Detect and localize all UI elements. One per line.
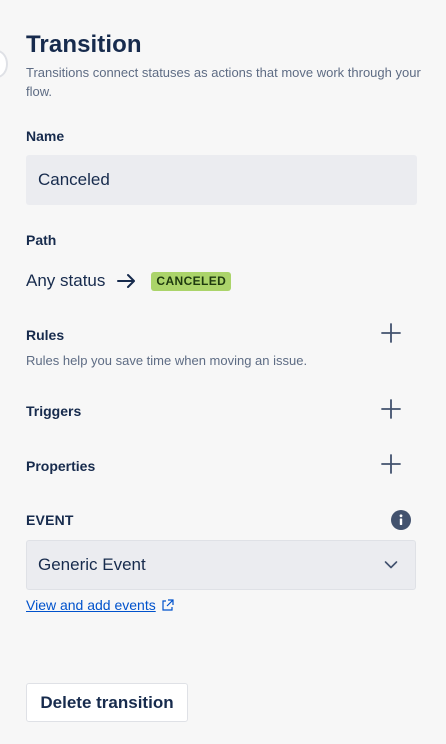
- event-label: EVENT: [26, 512, 74, 528]
- path-row: Any status CANCELED: [26, 268, 232, 294]
- view-and-add-events-link[interactable]: View and add events: [26, 597, 156, 613]
- event-select[interactable]: Generic Event: [26, 540, 416, 590]
- plus-icon: [381, 323, 401, 343]
- event-select-value: Generic Event: [38, 555, 146, 574]
- triggers-label: Triggers: [26, 403, 82, 419]
- path-label: Path: [26, 232, 57, 248]
- panel-edge-handle[interactable]: [0, 50, 8, 78]
- add-property-button[interactable]: [378, 451, 404, 477]
- rules-label: Rules: [26, 327, 65, 343]
- page-subtitle: Transitions connect statuses as actions …: [26, 65, 421, 99]
- info-icon[interactable]: [391, 510, 411, 530]
- arrow-right-icon: [117, 274, 136, 288]
- plus-icon: [381, 399, 401, 419]
- chevron-down-icon: [384, 561, 398, 569]
- plus-icon: [381, 454, 401, 474]
- name-input[interactable]: [26, 155, 417, 205]
- external-link-icon: [162, 598, 174, 611]
- path-to-status-badge: CANCELED: [151, 271, 232, 291]
- add-trigger-button[interactable]: [378, 396, 404, 422]
- transition-panel: Transition Transitions connect statuses …: [0, 0, 446, 744]
- rules-helper-text: Rules help you save time when moving an …: [26, 353, 308, 368]
- view-events-link-row: View and add events: [26, 597, 174, 613]
- name-label: Name: [26, 128, 65, 144]
- properties-label: Properties: [26, 458, 96, 474]
- path-from-status: Any status: [26, 271, 106, 290]
- delete-transition-button[interactable]: Delete transition: [26, 683, 188, 722]
- page-title: Transition: [26, 31, 142, 58]
- add-rule-button[interactable]: [378, 320, 404, 346]
